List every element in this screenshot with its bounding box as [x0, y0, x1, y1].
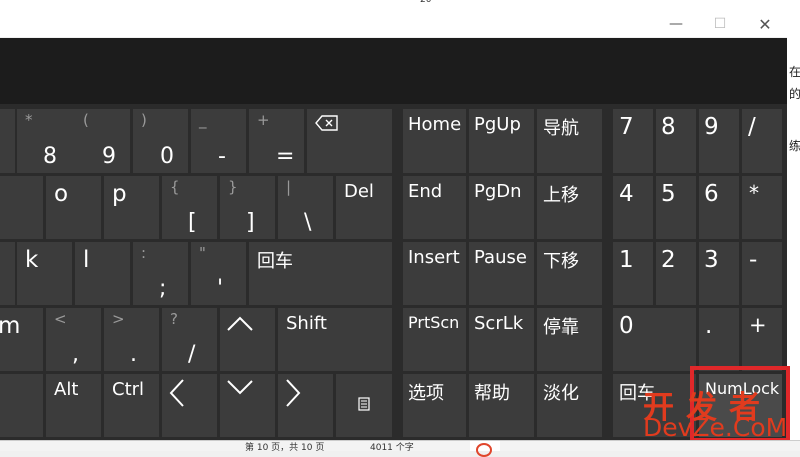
document-status-bar: 第 10 页，共 10 页 4011 个字	[0, 440, 800, 457]
menu-icon	[358, 397, 370, 411]
key-move-up[interactable]: 上移	[537, 176, 602, 239]
arrow-up-icon	[227, 316, 253, 331]
key-arrow-left[interactable]	[162, 374, 217, 437]
key-home[interactable]: Home	[403, 109, 466, 173]
side-char: 的	[789, 87, 800, 101]
arrow-right-icon	[286, 379, 301, 407]
key-comma[interactable]: < ,	[46, 308, 101, 371]
key-backspace[interactable]	[307, 109, 392, 173]
arrow-down-icon	[227, 380, 253, 395]
numpad-0[interactable]: 0	[613, 308, 696, 371]
numpad-9[interactable]: 9	[699, 109, 739, 173]
numpad-8[interactable]: 8	[656, 109, 696, 173]
arrow-left-icon	[169, 379, 184, 407]
minimize-button[interactable]: —	[654, 11, 698, 37]
key-menu[interactable]	[336, 374, 392, 437]
backspace-icon	[315, 115, 338, 131]
key-9[interactable]: ( 9	[75, 109, 130, 173]
watermark: 开发者 DevZe.CoM	[643, 382, 795, 444]
keyboard-header-area	[0, 38, 787, 104]
key-pause[interactable]: Pause	[469, 242, 534, 305]
key-left-bracket[interactable]: { [	[162, 176, 217, 239]
key-insert[interactable]: Insert	[403, 242, 466, 305]
numpad-decimal[interactable]: .	[699, 308, 739, 371]
numpad-2[interactable]: 2	[656, 242, 696, 305]
key-k[interactable]: k	[17, 242, 72, 305]
key-slash[interactable]: ? /	[162, 308, 217, 371]
key-semicolon[interactable]: : ;	[133, 242, 188, 305]
numpad-5[interactable]: 5	[656, 176, 696, 239]
key-0[interactable]: ) 0	[133, 109, 188, 173]
key-help[interactable]: 帮助	[469, 374, 534, 437]
key-m[interactable]: m	[0, 308, 43, 371]
key-nav[interactable]: 导航	[537, 109, 602, 173]
numpad-multiply[interactable]: *	[742, 176, 782, 239]
key-dock[interactable]: 停靠	[537, 308, 602, 371]
key-arrow-down[interactable]	[220, 374, 275, 437]
word-count: 4011 个字	[370, 443, 414, 453]
key-scrlk[interactable]: ScrLk	[469, 308, 534, 371]
maximize-icon: ☐	[713, 16, 727, 32]
key-pgdn[interactable]: PgDn	[469, 176, 534, 239]
key-end[interactable]: End	[403, 176, 466, 239]
key-options[interactable]: 选项	[403, 374, 466, 437]
ruler-mark: 20	[420, 0, 432, 5]
key-minus[interactable]: _ -	[191, 109, 246, 173]
numpad-3[interactable]: 3	[699, 242, 739, 305]
key-arrow-up[interactable]	[220, 308, 275, 371]
page-info: 第 10 页，共 10 页	[245, 443, 325, 453]
watermark-line2: DevZe.CoM	[643, 413, 788, 442]
side-char: 在	[789, 65, 800, 79]
key-prtscn[interactable]: PrtScn	[403, 308, 466, 371]
key-del[interactable]: Del	[336, 176, 392, 239]
app-logo-arc-icon	[476, 443, 492, 457]
key-l[interactable]: l	[75, 242, 130, 305]
minimize-icon: —	[669, 16, 683, 32]
key-quote[interactable]: " '	[191, 242, 246, 305]
key-enter[interactable]: 回车	[249, 242, 392, 305]
key-o[interactable]: o	[46, 176, 101, 239]
numpad-add[interactable]: +	[742, 308, 782, 371]
key-move-down[interactable]: 下移	[537, 242, 602, 305]
key-arrow-right[interactable]	[278, 374, 333, 437]
key-pgup[interactable]: PgUp	[469, 109, 534, 173]
numpad-subtract[interactable]: -	[742, 242, 782, 305]
key-p[interactable]: p	[104, 176, 159, 239]
numpad-1[interactable]: 1	[613, 242, 653, 305]
maximize-button[interactable]: ☐	[698, 11, 742, 37]
key-partial-row1[interactable]	[0, 109, 15, 173]
key-alt[interactable]: Alt	[46, 374, 101, 437]
key-fn-partial[interactable]	[0, 374, 43, 437]
key-backslash[interactable]: | \	[278, 176, 333, 239]
key-period[interactable]: > .	[104, 308, 159, 371]
numpad-divide[interactable]: /	[742, 109, 782, 173]
key-ctrl[interactable]: Ctrl	[104, 374, 159, 437]
key-right-bracket[interactable]: } ]	[220, 176, 275, 239]
close-button[interactable]: ✕	[743, 11, 787, 37]
key-i-partial[interactable]	[0, 176, 43, 239]
numpad-6[interactable]: 6	[699, 176, 739, 239]
keyboard-titlebar: — ☐ ✕	[0, 11, 787, 37]
numpad-7[interactable]: 7	[613, 109, 653, 173]
side-char: 练	[789, 139, 800, 153]
key-equal[interactable]: + =	[249, 109, 304, 173]
numpad-4[interactable]: 4	[613, 176, 653, 239]
key-fade[interactable]: 淡化	[537, 374, 602, 437]
key-shift[interactable]: Shift	[278, 308, 392, 371]
close-icon: ✕	[758, 14, 772, 34]
key-j-partial[interactable]	[0, 242, 15, 305]
